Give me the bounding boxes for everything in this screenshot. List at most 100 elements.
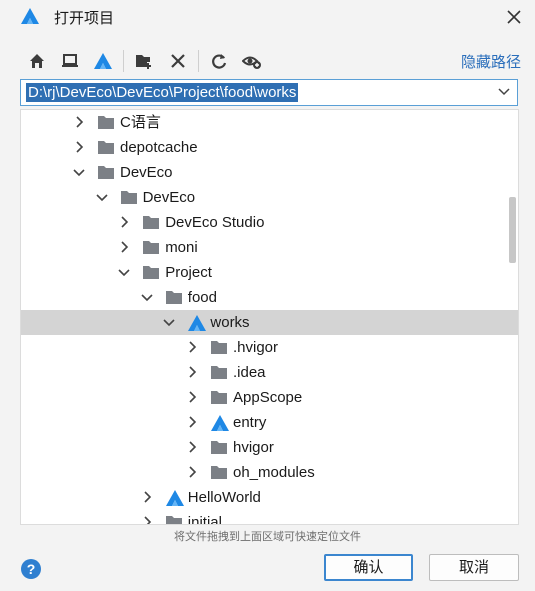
help-button[interactable]: ? [21, 559, 41, 579]
tree-row-label: hvigor [233, 439, 274, 456]
chevron-right-icon[interactable] [118, 216, 130, 228]
chevron-right-icon[interactable] [118, 241, 130, 253]
project-icon [187, 314, 207, 331]
drag-hint: 将文件拖拽到上面区域可快速定位文件 [174, 531, 361, 543]
show-hidden-icon [242, 56, 261, 69]
tree-row-label: DevEco [120, 164, 173, 181]
close-icon [507, 10, 521, 24]
tree-row-label: .idea [233, 364, 266, 381]
chevron-right-icon[interactable] [186, 341, 198, 353]
tree-row[interactable]: AppScope [21, 385, 518, 410]
computer-button[interactable] [59, 50, 81, 72]
chevron-right-icon[interactable] [186, 366, 198, 378]
folder-icon [210, 364, 228, 380]
cancel-button[interactable]: 取消 [429, 554, 519, 581]
toolbar-separator [123, 50, 124, 72]
tree-row[interactable]: food [21, 285, 518, 310]
project-icon [210, 414, 229, 431]
tree-row[interactable]: .hvigor [21, 335, 518, 360]
tree-row-label: works [210, 314, 250, 331]
tree-row[interactable]: hvigor [21, 435, 518, 460]
folder-icon [165, 289, 183, 305]
tree-row-label: HelloWorld [187, 489, 261, 506]
tree-row-label: C语言 [120, 114, 161, 131]
toolbar [26, 50, 526, 72]
chevron-right-icon[interactable] [141, 491, 153, 503]
chevron-right-icon[interactable] [73, 116, 85, 128]
chevron-right-icon[interactable] [141, 516, 153, 524]
delete-icon [171, 54, 185, 68]
chevron-down-icon[interactable] [141, 291, 153, 303]
tree-row-label: .hvigor [233, 339, 279, 356]
tree-row[interactable]: moni [21, 235, 518, 260]
tree-row[interactable]: DevEco Studio [21, 210, 518, 235]
chevron-down-icon[interactable] [96, 191, 108, 203]
project-icon [165, 489, 184, 506]
chevron-down-icon[interactable] [118, 266, 130, 278]
deveco-logo-icon [21, 8, 39, 24]
chevron-right-icon[interactable] [73, 141, 85, 153]
tree-row-label: depotcache [120, 139, 198, 156]
chevron-down-icon[interactable] [163, 316, 175, 328]
open-project-dialog: 打开项目 隐藏路径 D:\rj\DevEco\DevEco\Project\fo… [0, 0, 535, 591]
chevron-right-icon[interactable] [186, 416, 198, 428]
tree-row[interactable]: HelloWorld [21, 485, 518, 510]
file-tree[interactable]: initial HelloWorld oh_modules hvigor entry Ap… [20, 109, 519, 525]
folder-icon [210, 439, 228, 455]
show-hidden-button[interactable] [241, 50, 263, 72]
tree-scrollbar[interactable] [509, 197, 516, 263]
computer-icon [62, 54, 78, 67]
project-root-button[interactable] [92, 50, 114, 72]
new-folder-icon [136, 55, 151, 69]
chevron-right-icon[interactable] [186, 441, 198, 453]
folder-icon [210, 464, 228, 480]
tree-row-label: entry [233, 414, 267, 431]
tree-row[interactable]: initial [21, 510, 518, 525]
folder-icon [210, 389, 228, 405]
hide-path-link[interactable]: 隐藏路径 [461, 51, 521, 72]
toolbar-separator [198, 50, 199, 72]
folder-icon [97, 114, 115, 130]
tree-row[interactable]: oh_modules [21, 460, 518, 485]
chevron-down-icon[interactable] [73, 166, 85, 178]
home-icon [30, 54, 44, 68]
refresh-button[interactable] [208, 50, 230, 72]
folder-icon [210, 339, 228, 355]
tree-row[interactable]: C语言 [21, 110, 518, 135]
close-button[interactable] [501, 4, 527, 30]
folder-icon [142, 214, 160, 230]
tree-row-label: DevEco [142, 189, 196, 206]
path-value[interactable]: D:\rj\DevEco\DevEco\Project\food\works [26, 83, 299, 102]
home-button[interactable] [26, 50, 48, 72]
chevron-down-icon [498, 88, 510, 96]
tree-row-label: Project [165, 264, 212, 281]
title-bar: 打开项目 [0, 0, 535, 34]
dialog-title: 打开项目 [54, 10, 115, 27]
tree-row-label: oh_modules [233, 464, 315, 481]
tree-row[interactable]: Project [21, 260, 518, 285]
path-input[interactable]: D:\rj\DevEco\DevEco\Project\food\works [20, 79, 518, 106]
folder-icon [97, 139, 115, 155]
delete-button[interactable] [167, 50, 189, 72]
tree-row-label: DevEco Studio [165, 214, 265, 231]
folder-icon [97, 164, 115, 180]
tree-row[interactable]: DevEco [21, 160, 518, 185]
tree-row[interactable]: entry [21, 410, 518, 435]
folder-icon [165, 514, 183, 524]
tree-row-label: initial [187, 514, 222, 525]
tree-row[interactable]: works [21, 310, 518, 335]
tree-row[interactable]: depotcache [21, 135, 518, 160]
folder-icon [120, 189, 138, 205]
new-folder-button[interactable] [134, 50, 156, 72]
tree-row[interactable]: .idea [21, 360, 518, 385]
refresh-icon [212, 54, 227, 69]
folder-icon [142, 239, 160, 255]
chevron-right-icon[interactable] [186, 391, 198, 403]
tree-row[interactable]: DevEco [21, 185, 518, 210]
chevron-right-icon[interactable] [186, 466, 198, 478]
folder-icon [142, 264, 160, 280]
path-history-dropdown[interactable] [495, 83, 513, 101]
confirm-button[interactable]: 确认 [324, 554, 413, 581]
tree-row-label: AppScope [233, 389, 303, 406]
deveco-logo-icon [94, 53, 112, 69]
